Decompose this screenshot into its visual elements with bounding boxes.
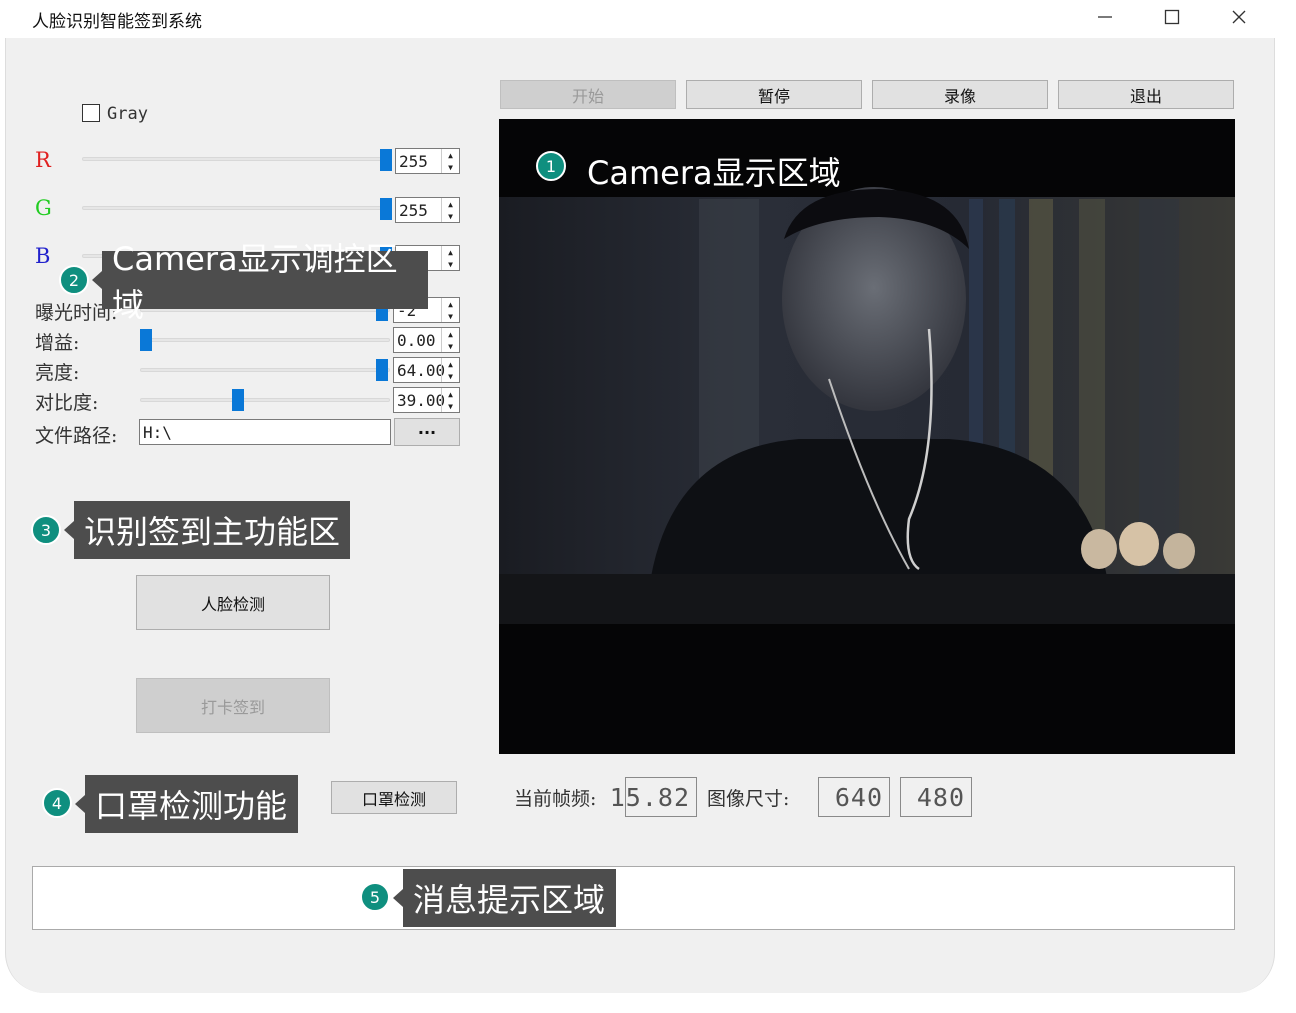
- browse-button[interactable]: ···: [394, 418, 460, 446]
- checkin-button[interactable]: 打卡签到: [136, 678, 330, 733]
- contrast-value: 39.00: [397, 390, 446, 410]
- face-detect-button[interactable]: 人脸检测: [136, 575, 330, 630]
- gain-slider-thumb[interactable]: [140, 329, 152, 351]
- r-label: R: [35, 148, 51, 172]
- annotation-mask-detect: 口罩检测功能: [75, 775, 298, 833]
- g-spinbox[interactable]: 255 ▲ ▼: [395, 197, 460, 223]
- gain-value: 0.00: [397, 330, 436, 350]
- camera-display: [499, 119, 1235, 754]
- annotation-badge: 5: [360, 882, 390, 912]
- annotation-checkin-functions: 识别签到主功能区: [64, 501, 350, 559]
- camera-frame-image: [499, 187, 1235, 754]
- annotation-camera-display: Camera显示区域: [587, 154, 841, 192]
- g-slider-track[interactable]: [82, 206, 390, 210]
- spin-arrows-icon[interactable]: ▲ ▼: [441, 298, 459, 322]
- maximize-icon: [1164, 9, 1180, 25]
- annotation-badge: 4: [42, 788, 72, 818]
- brightness-spinbox[interactable]: 64.00 ▲ ▼: [393, 357, 460, 383]
- file-path-value: H:\: [143, 422, 172, 442]
- brightness-slider-track[interactable]: [140, 368, 390, 372]
- contrast-slider-track[interactable]: [140, 398, 390, 402]
- exit-button[interactable]: 退出: [1058, 80, 1234, 109]
- gain-label: 增益:: [35, 332, 80, 354]
- fps-label: 当前帧频:: [514, 788, 597, 810]
- r-slider-track[interactable]: [82, 157, 390, 161]
- close-icon: [1232, 10, 1246, 24]
- pause-button[interactable]: 暂停: [686, 80, 862, 109]
- contrast-spinbox[interactable]: 39.00 ▲ ▼: [393, 387, 460, 413]
- file-path-input[interactable]: H:\: [139, 419, 391, 445]
- g-label: G: [35, 196, 52, 220]
- r-spinbox[interactable]: 255 ▲ ▼: [395, 148, 460, 174]
- g-value: 255: [399, 200, 428, 220]
- g-slider-thumb[interactable]: [380, 198, 392, 220]
- gain-spinbox[interactable]: 0.00 ▲ ▼: [393, 327, 460, 353]
- fps-display: 15.82: [610, 777, 697, 817]
- annotation-badge: 3: [31, 515, 61, 545]
- spin-arrows-icon[interactable]: ▲ ▼: [441, 149, 459, 173]
- title-bar: 人脸识别智能签到系统: [0, 0, 1296, 38]
- maximize-button[interactable]: [1152, 2, 1192, 32]
- annotation-message-area: 消息提示区域: [393, 869, 616, 927]
- image-height-display: 480: [900, 777, 972, 817]
- close-button[interactable]: [1219, 2, 1259, 32]
- image-width-display: 640: [818, 777, 890, 817]
- record-button[interactable]: 录像: [872, 80, 1048, 109]
- contrast-slider-thumb[interactable]: [232, 389, 244, 411]
- gray-label: Gray: [107, 104, 148, 124]
- spin-arrows-icon[interactable]: ▲ ▼: [441, 198, 459, 222]
- gain-slider-track[interactable]: [140, 338, 390, 342]
- annotation-badge: 1: [536, 151, 566, 181]
- mask-detect-button[interactable]: 口罩检测: [331, 781, 457, 814]
- spin-arrows-icon[interactable]: ▲ ▼: [441, 328, 459, 352]
- r-slider-thumb[interactable]: [380, 149, 392, 171]
- spin-arrows-icon[interactable]: ▲ ▼: [441, 358, 459, 382]
- spin-arrows-icon[interactable]: ▲ ▼: [441, 246, 459, 270]
- start-button[interactable]: 开始: [500, 80, 676, 109]
- image-size-label: 图像尺寸:: [707, 788, 790, 810]
- brightness-slider-thumb[interactable]: [376, 359, 388, 381]
- gray-checkbox[interactable]: [82, 104, 100, 122]
- b-label: B: [35, 244, 51, 268]
- r-value: 255: [399, 151, 428, 171]
- message-area[interactable]: [32, 866, 1235, 930]
- window-title: 人脸识别智能签到系统: [32, 12, 202, 32]
- file-path-label: 文件路径:: [35, 425, 118, 447]
- annotation-badge: 2: [59, 265, 89, 295]
- brightness-value: 64.00: [397, 360, 446, 380]
- spin-arrows-icon[interactable]: ▲ ▼: [441, 388, 459, 412]
- annotation-camera-controls: Camera显示调控区域: [92, 240, 428, 324]
- brightness-label: 亮度:: [35, 362, 80, 384]
- contrast-label: 对比度:: [35, 392, 99, 414]
- minimize-button[interactable]: [1085, 2, 1125, 32]
- minimize-icon: [1098, 16, 1112, 18]
